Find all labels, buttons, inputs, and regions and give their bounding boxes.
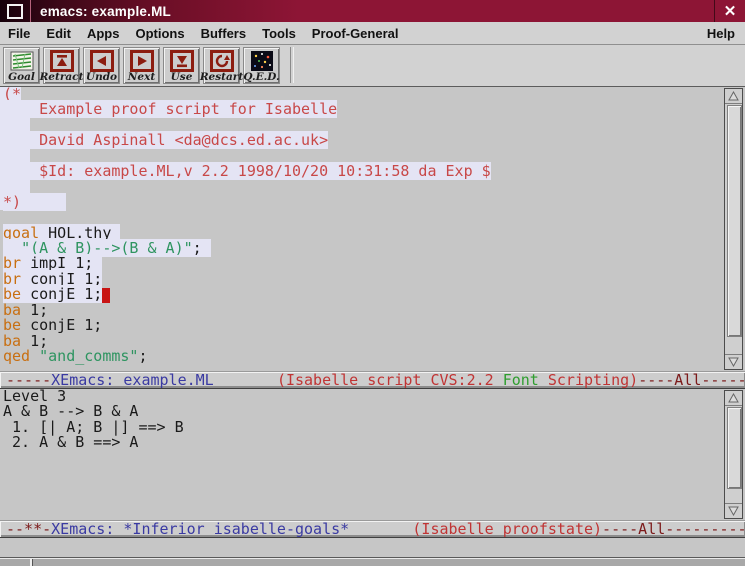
retract-up-icon <box>50 50 74 72</box>
toolbar-separator <box>290 47 294 83</box>
minibuffer[interactable] <box>0 538 745 557</box>
scrollbar-thumb[interactable] <box>727 105 742 337</box>
code-segment: Example proof script for Isabelle <box>3 100 337 118</box>
code-line: "(A & B)-->(B & A)"; <box>0 241 745 256</box>
modeline-segment: ----- <box>6 371 51 389</box>
menubar: FileEditAppsOptionsBuffersToolsProof-Gen… <box>0 22 745 45</box>
qed-fireworks-icon <box>250 50 274 72</box>
script-scrollbar[interactable] <box>724 88 743 370</box>
minibuffer-text <box>0 539 3 557</box>
use-button-label: Use <box>171 72 193 83</box>
menu-item-file[interactable]: File <box>0 26 38 41</box>
restart-button-label: Restart <box>200 72 243 83</box>
close-button[interactable]: ✕ <box>714 0 745 22</box>
text-cursor <box>102 288 110 303</box>
goal-button[interactable]: Goal <box>3 47 40 84</box>
script-buffer[interactable]: (* Example proof script for Isabelle Dav… <box>0 87 745 371</box>
qed-button-label: Q.E.D. <box>243 72 279 83</box>
code-line: *) <box>0 195 745 210</box>
menu-item-tools[interactable]: Tools <box>254 26 304 41</box>
undo-left-icon <box>90 50 114 72</box>
menu-item-options[interactable]: Options <box>127 26 192 41</box>
next-right-icon <box>130 50 154 72</box>
toolbar: Goal Retract Undo Next Use <box>0 45 745 87</box>
frame-bottom-strip <box>0 557 745 566</box>
code-segment: $Id: example.ML,v 2.2 1998/10/20 10:31:5… <box>3 162 491 180</box>
retract-button[interactable]: Retract <box>43 47 80 84</box>
code-segment: *) <box>3 193 66 211</box>
code-line: br impI 1; <box>0 256 745 271</box>
menu-item-help[interactable]: Help <box>697 26 745 41</box>
code-segment: ; <box>138 347 147 365</box>
modeline-segment: --**- <box>6 520 51 538</box>
menu-item-apps[interactable]: Apps <box>79 26 128 41</box>
menu-item-edit[interactable]: Edit <box>38 26 79 41</box>
code-line: $Id: example.ML,v 2.2 1998/10/20 10:31:5… <box>0 164 745 179</box>
scroll-down-arrow-icon[interactable] <box>725 354 742 369</box>
undo-button[interactable]: Undo <box>83 47 120 84</box>
restart-cycle-icon <box>210 50 234 72</box>
code-segment: ; <box>193 239 211 257</box>
xemacs-window: emacs: example.ML ✕ FileEditAppsOptionsB… <box>0 0 745 566</box>
modeline-segment: Scripting) <box>548 371 638 389</box>
resize-grip <box>30 559 33 566</box>
scroll-up-arrow-icon[interactable] <box>725 391 742 406</box>
code-line: qed "and_comms"; <box>0 349 745 364</box>
code-segment: David Aspinall <da@dcs.ed.ac.uk> <box>3 131 328 149</box>
goals-scrollbar[interactable] <box>724 390 743 519</box>
code-line: Example proof script for Isabelle <box>0 102 745 117</box>
code-line: be conjE 1; <box>0 318 745 333</box>
modeline-segment: XEmacs: example.ML <box>51 371 214 389</box>
goal-button-label: Goal <box>8 72 35 83</box>
code-segment: "and_comms" <box>39 347 138 365</box>
titlebar: emacs: example.ML ✕ <box>0 0 745 22</box>
close-icon: ✕ <box>724 2 737 20</box>
code-segment <box>30 347 39 365</box>
window-title: emacs: example.ML <box>31 4 714 19</box>
next-button-label: Next <box>128 72 155 83</box>
code-line: 2. A & B ==> A <box>0 435 745 450</box>
modeline-segment <box>214 371 277 389</box>
modeline-script: -----XEmacs: example.ML (Isabelle script… <box>0 371 745 389</box>
code-segment: qed <box>3 347 30 365</box>
code-line: David Aspinall <da@dcs.ed.ac.uk> <box>0 133 745 148</box>
modeline-segment: (Isabelle script CVS:2.2 <box>277 371 503 389</box>
modeline-segment: ----All----- <box>638 371 745 389</box>
modeline-segment: Font <box>503 371 539 389</box>
window-menu-button[interactable] <box>0 0 31 22</box>
retract-button-label: Retract <box>40 72 84 83</box>
code-line: ba 1; <box>0 303 745 318</box>
code-line: br conjI 1; <box>0 272 745 287</box>
next-button[interactable]: Next <box>123 47 160 84</box>
modeline-segment <box>539 371 548 389</box>
modeline-goals: --**-XEmacs: *Inferior isabelle-goals* (… <box>0 520 745 538</box>
goals-buffer[interactable]: Level 3A & B --> B & A 1. [| A; B |] ==>… <box>0 389 745 520</box>
code-line <box>0 179 745 194</box>
use-down-icon <box>170 50 194 72</box>
modeline-segment: XEmacs: *Inferior isabelle-goals* <box>51 520 349 538</box>
scrollbar-thumb[interactable] <box>727 407 742 489</box>
modeline-segment: ----All--------- <box>602 520 745 538</box>
restart-button[interactable]: Restart <box>203 47 240 84</box>
goal-scroll-icon <box>10 50 34 72</box>
use-button[interactable]: Use <box>163 47 200 84</box>
modeline-segment <box>349 520 412 538</box>
scroll-up-arrow-icon[interactable] <box>725 89 742 104</box>
menu-item-proof-general[interactable]: Proof-General <box>304 26 407 41</box>
scroll-down-arrow-icon[interactable] <box>725 503 742 518</box>
window-menu-icon <box>7 4 23 19</box>
code-line: be conjE 1; <box>0 287 745 302</box>
menu-item-buffers[interactable]: Buffers <box>193 26 255 41</box>
modeline-segment: (Isabelle proofstate) <box>412 520 602 538</box>
undo-button-label: Undo <box>86 72 117 83</box>
qed-button[interactable]: Q.E.D. <box>243 47 280 84</box>
